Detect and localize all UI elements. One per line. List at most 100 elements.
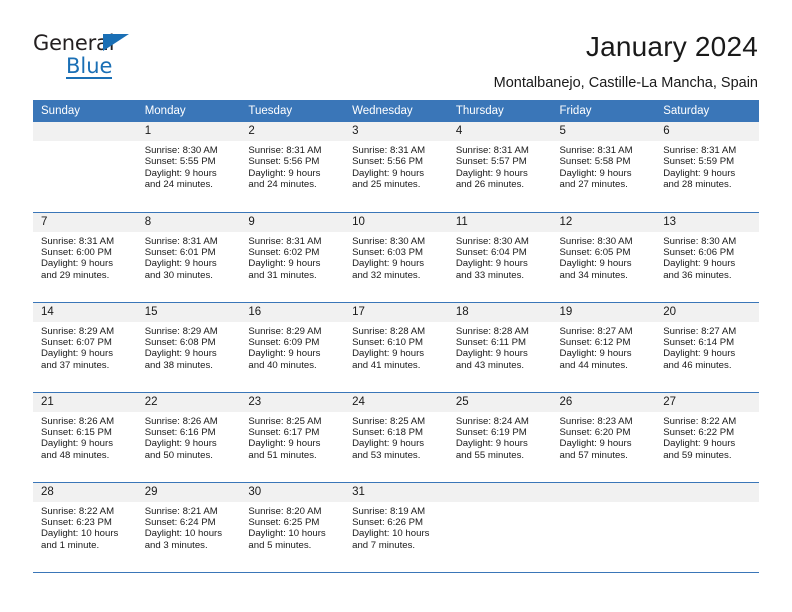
calendar-day-cell[interactable]: 30 Sunrise: 8:20 AM Sunset: 6:25 PM Dayligh… [240,482,345,573]
day-details [655,502,759,506]
day-details: Sunrise: 8:25 AM Sunset: 6:17 PM Daylight:… [240,412,344,462]
calendar-day-cell[interactable]: 16 Sunrise: 8:29 AM Sunset: 6:09 PM Dayligh… [240,302,345,393]
day-daylight2-text: and 24 minutes. [248,179,317,191]
day-sunset-text: Sunset: 5:56 PM [248,156,320,168]
day-sunset-text: Sunset: 6:23 PM [41,516,112,528]
day-daylight1-text: Daylight: 9 hours [559,167,632,179]
day-number: 6 [655,122,759,141]
day-daylight2-text: and 29 minutes. [41,269,110,281]
day-details: Sunrise: 8:20 AM Sunset: 6:25 PM Daylight:… [240,502,344,552]
calendar-day-cell[interactable]: 21 Sunrise: 8:26 AM Sunset: 6:15 PM Dayligh… [33,392,137,483]
calendar-day-cell-empty [655,482,759,573]
calendar-day-cell[interactable]: 23 Sunrise: 8:25 AM Sunset: 6:17 PM Dayligh… [240,392,345,483]
day-daylight2-text: and 30 minutes. [144,269,213,281]
day-daylight1-text: Daylight: 9 hours [41,258,113,270]
calendar-day-cell[interactable]: 11 Sunrise: 8:30 AM Sunset: 6:04 PM Dayligh… [447,212,552,303]
day-number: 3 [344,122,448,141]
day-number: 16 [240,302,345,322]
day-daylight1-text: Daylight: 9 hours [455,258,528,270]
generalblue-logo[interactable]: General Blue [33,28,153,80]
day-daylight2-text: and 48 minutes. [41,449,110,461]
day-sunset-text: Sunset: 6:26 PM [352,516,424,528]
day-daylight1-text: Daylight: 10 hours [248,528,326,540]
day-number: 19 [551,302,656,322]
day-sunset-text: Sunset: 6:04 PM [455,246,527,258]
calendar-day-cell[interactable]: 7 Sunrise: 8:31 AM Sunset: 6:00 PM Daylight… [33,212,137,303]
day-daylight1-text: Daylight: 9 hours [144,438,217,450]
day-sunrise-text: Sunrise: 8:30 AM [455,235,529,247]
day-daylight1-text: Daylight: 9 hours [144,258,217,270]
day-daylight1-text: Daylight: 9 hours [248,167,321,179]
day-sunrise-text: Sunrise: 8:31 AM [248,145,322,156]
calendar-day-cell-empty [551,482,656,573]
calendar-day-cell[interactable]: 3 Sunrise: 8:31 AM Sunset: 5:56 PM Daylight… [344,122,448,213]
day-sunrise-text: Sunrise: 8:22 AM [41,505,115,517]
calendar-day-cell[interactable]: 15 Sunrise: 8:29 AM Sunset: 6:08 PM Dayligh… [136,302,241,393]
day-sunrise-text: Sunrise: 8:24 AM [455,415,529,427]
calendar-day-cell[interactable]: 12 Sunrise: 8:30 AM Sunset: 6:05 PM Dayligh… [551,212,656,303]
calendar-day-cell[interactable]: 4 Sunrise: 8:31 AM Sunset: 5:57 PM Daylight… [447,122,552,213]
day-number: 15 [136,302,241,322]
day-daylight1-text: Daylight: 9 hours [248,438,321,450]
day-sunrise-text: Sunrise: 8:31 AM [41,235,115,247]
calendar-day-cell[interactable]: 27 Sunrise: 8:22 AM Sunset: 6:22 PM Dayligh… [655,392,759,483]
calendar-day-cell[interactable]: 25 Sunrise: 8:24 AM Sunset: 6:19 PM Dayligh… [447,392,552,483]
calendar-day-cell[interactable]: 26 Sunrise: 8:23 AM Sunset: 6:20 PM Dayligh… [551,392,656,483]
weekday-header-monday: Monday [136,100,241,122]
day-daylight2-text: and 33 minutes. [455,269,525,281]
calendar-day-cell[interactable]: 28 Sunrise: 8:22 AM Sunset: 6:23 PM Dayligh… [33,482,137,573]
calendar-day-cell[interactable]: 9 Sunrise: 8:31 AM Sunset: 6:02 PM Daylight… [240,212,345,303]
day-number: 25 [447,392,552,412]
calendar-day-cell[interactable]: 10 Sunrise: 8:30 AM Sunset: 6:03 PM Dayligh… [344,212,448,303]
day-number: 21 [33,392,137,412]
day-daylight2-text: and 37 minutes. [41,359,110,371]
calendar-day-cell[interactable]: 13 Sunrise: 8:30 AM Sunset: 6:06 PM Dayligh… [655,212,759,303]
day-details: Sunrise: 8:27 AM Sunset: 6:12 PM Daylight:… [552,322,656,372]
day-daylight1-text: Daylight: 10 hours [41,528,119,540]
day-details: Sunrise: 8:30 AM Sunset: 5:55 PM Daylight:… [137,141,241,191]
day-number: 2 [240,122,345,141]
calendar-day-cell[interactable]: 6 Sunrise: 8:31 AM Sunset: 5:59 PM Daylight… [655,122,759,213]
calendar-day-cell[interactable]: 29 Sunrise: 8:21 AM Sunset: 6:24 PM Dayligh… [136,482,241,573]
calendar-day-cell[interactable]: 24 Sunrise: 8:25 AM Sunset: 6:18 PM Dayligh… [344,392,448,483]
day-daylight1-text: Daylight: 9 hours [352,258,425,270]
calendar-day-cell[interactable]: 22 Sunrise: 8:26 AM Sunset: 6:16 PM Dayligh… [136,392,241,483]
calendar-day-cell[interactable]: 8 Sunrise: 8:31 AM Sunset: 6:01 PM Daylight… [136,212,241,303]
day-details: Sunrise: 8:19 AM Sunset: 6:26 PM Daylight:… [344,502,448,552]
calendar-day-cell[interactable]: 2 Sunrise: 8:31 AM Sunset: 5:56 PM Daylight… [240,122,345,213]
calendar-day-cell[interactable]: 17 Sunrise: 8:28 AM Sunset: 6:10 PM Dayligh… [344,302,448,393]
calendar-day-cell[interactable]: 31 Sunrise: 8:19 AM Sunset: 6:26 PM Dayligh… [344,482,448,573]
calendar-day-cell[interactable]: 14 Sunrise: 8:29 AM Sunset: 6:07 PM Dayligh… [33,302,137,393]
day-details: Sunrise: 8:31 AM Sunset: 5:58 PM Daylight:… [552,141,656,191]
day-number: 29 [136,482,241,502]
day-number: 14 [33,302,137,322]
day-daylight1-text: Daylight: 9 hours [352,167,425,179]
calendar-day-cell[interactable]: 20 Sunrise: 8:27 AM Sunset: 6:14 PM Dayligh… [655,302,759,393]
day-sunset-text: Sunset: 6:17 PM [248,426,320,438]
day-daylight1-text: Daylight: 9 hours [663,167,736,179]
calendar-day-cell[interactable]: 5 Sunrise: 8:31 AM Sunset: 5:58 PM Daylight… [551,122,656,213]
day-number: 7 [33,212,137,232]
day-details: Sunrise: 8:28 AM Sunset: 6:10 PM Daylight:… [344,322,448,372]
day-daylight2-text: and 27 minutes. [559,179,628,191]
calendar-day-cell[interactable]: 19 Sunrise: 8:27 AM Sunset: 6:12 PM Dayligh… [551,302,656,393]
day-sunrise-text: Sunrise: 8:30 AM [352,235,426,247]
day-number: 11 [447,212,552,232]
logo-text-blue: Blue [66,54,113,79]
day-daylight1-text: Daylight: 9 hours [559,258,632,270]
calendar-day-cell-empty [447,482,552,573]
weekday-header-wednesday: Wednesday [344,100,448,122]
day-details: Sunrise: 8:29 AM Sunset: 6:07 PM Daylight:… [33,322,137,372]
calendar-day-cell[interactable]: 1 Sunrise: 8:30 AM Sunset: 5:55 PM Daylight… [136,122,241,213]
calendar-day-cell[interactable]: 18 Sunrise: 8:28 AM Sunset: 6:11 PM Dayligh… [447,302,552,393]
day-sunrise-text: Sunrise: 8:31 AM [352,145,426,156]
day-details: Sunrise: 8:27 AM Sunset: 6:14 PM Daylight:… [655,322,759,372]
weekday-header-thursday: Thursday [447,100,552,122]
calendar-wrapper: Sunday Monday Tuesday Wednesday Thursday Frid… [0,100,792,573]
day-daylight2-text: and 1 minute. [41,539,100,551]
day-sunset-text: Sunset: 6:05 PM [559,246,631,258]
day-details: Sunrise: 8:30 AM Sunset: 6:04 PM Daylight:… [448,232,552,282]
day-number [33,122,137,141]
day-sunrise-text: Sunrise: 8:31 AM [559,145,633,156]
day-sunrise-text: Sunrise: 8:19 AM [352,505,426,517]
